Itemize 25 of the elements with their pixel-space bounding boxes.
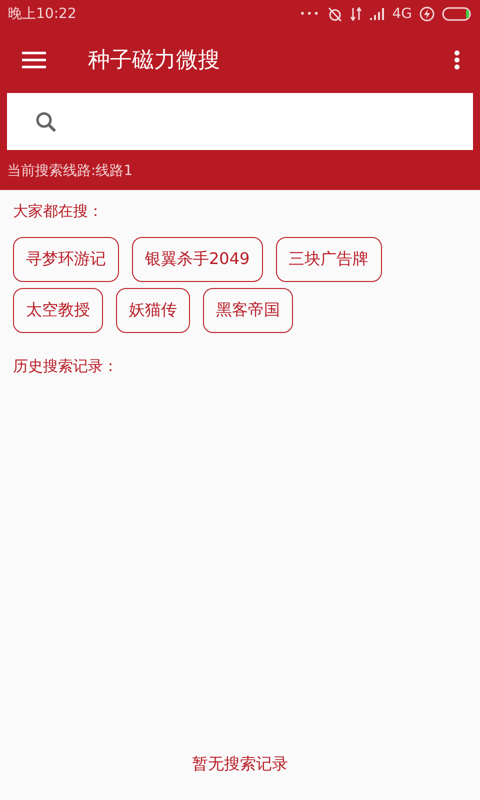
search-tag[interactable]: 太空教授 bbox=[13, 288, 103, 333]
search-tag[interactable]: 银翼杀手2049 bbox=[132, 237, 263, 282]
search-route: 当前搜索线路:线路1 bbox=[6, 162, 134, 180]
data-arrows-icon bbox=[350, 7, 362, 21]
battery-icon bbox=[442, 7, 472, 21]
menu-icon bbox=[22, 51, 46, 69]
charging-icon bbox=[419, 6, 435, 22]
section-heading: 历史搜索记录： bbox=[13, 357, 119, 376]
section-heading: 大家都在搜： bbox=[13, 202, 104, 221]
status-time: 晚上10:22 bbox=[8, 5, 76, 23]
search-icon bbox=[35, 110, 57, 132]
signal-icon bbox=[369, 8, 386, 20]
search-tag[interactable]: 妖猫传 bbox=[116, 288, 190, 333]
app-title: 种子磁力微搜 bbox=[88, 47, 221, 75]
network-type: 4G bbox=[392, 6, 412, 22]
search-tag[interactable]: 寻梦环游记 bbox=[13, 237, 119, 282]
search-field[interactable] bbox=[7, 93, 473, 150]
menu-button[interactable] bbox=[22, 51, 46, 69]
more-button[interactable] bbox=[454, 50, 460, 70]
more-icon bbox=[454, 50, 460, 70]
empty-history-message: 暂无搜索记录 bbox=[192, 754, 288, 775]
search-tag[interactable]: 黑客帝国 bbox=[203, 288, 293, 333]
search-tag[interactable]: 三块广告牌 bbox=[276, 237, 382, 282]
alarm-off-icon bbox=[327, 6, 344, 22]
status-dots: ••• bbox=[300, 8, 320, 20]
